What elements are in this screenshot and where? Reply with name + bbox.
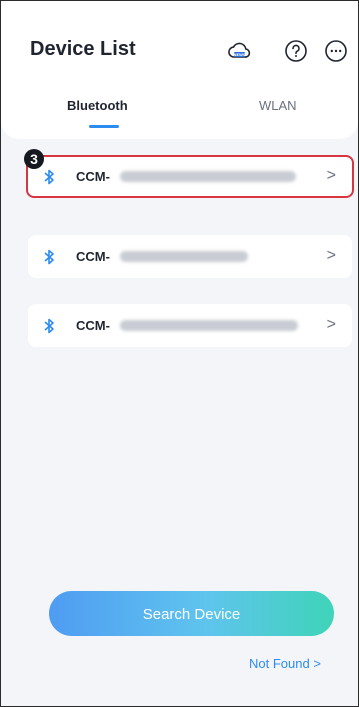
search-device-button[interactable]: Search Device: [49, 591, 334, 636]
redacted-serial: [120, 171, 296, 182]
app-screen: Device List NEWS Bluetooth WLAN CCM- > C…: [0, 0, 359, 707]
device-list-item[interactable]: CCM- >: [26, 155, 354, 198]
chevron-right-icon: >: [326, 316, 336, 333]
tab-bluetooth[interactable]: Bluetooth: [67, 98, 128, 113]
tab-wlan[interactable]: WLAN: [259, 98, 297, 113]
more-icon[interactable]: [323, 38, 349, 64]
chevron-right-icon: >: [326, 247, 336, 264]
device-list-item[interactable]: CCM- >: [28, 235, 352, 278]
step-number-badge: 3: [24, 149, 44, 169]
redacted-serial: [120, 320, 298, 331]
device-name: CCM-: [76, 318, 110, 333]
redacted-serial: [120, 251, 248, 262]
page-title: Device List: [30, 38, 136, 60]
device-name: CCM-: [76, 249, 110, 264]
bluetooth-icon: [42, 169, 56, 185]
active-tab-indicator: [89, 125, 119, 128]
device-name: CCM-: [76, 169, 110, 184]
help-icon[interactable]: [283, 38, 309, 64]
cloud-news-icon[interactable]: NEWS: [226, 38, 252, 64]
device-list-item[interactable]: CCM- >: [28, 304, 352, 347]
bluetooth-icon: [42, 249, 56, 265]
cloud-icon-text: NEWS: [233, 53, 245, 57]
chevron-right-icon: >: [326, 167, 336, 184]
not-found-link[interactable]: Not Found >: [249, 656, 321, 671]
header: Device List NEWS Bluetooth WLAN: [1, 1, 358, 139]
bluetooth-icon: [42, 318, 56, 334]
